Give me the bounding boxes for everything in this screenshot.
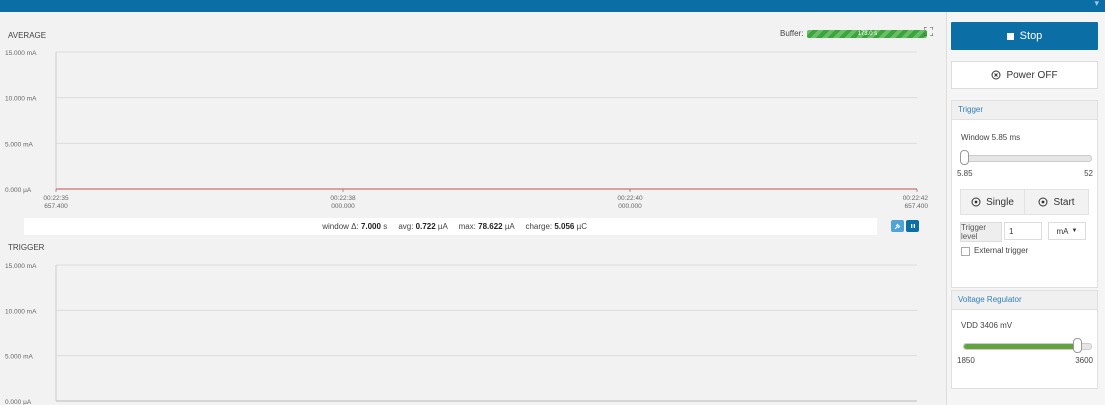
external-trigger-checkbox[interactable]	[961, 247, 970, 256]
caret-down-icon: ▼	[1071, 228, 1078, 234]
avg-value: 0.722	[415, 222, 436, 231]
charge-unit: µC	[574, 222, 587, 231]
y-tick-label: 15.000 mA	[5, 263, 37, 270]
y-tick-label: 5.000 mA	[5, 354, 33, 361]
y-tick-label: 15.000 mA	[5, 50, 37, 57]
buffer-indicator: Buffer: 173.0 s	[780, 29, 928, 38]
corner-icon: ▾	[1094, 0, 1099, 8]
average-chart: 15.000 mA 10.000 mA 5.000 mA 0.000 µA 00:22:…	[5, 50, 929, 210]
stop-icon	[1006, 32, 1014, 40]
x-tick-label: 000.000	[331, 203, 355, 210]
max-value: 78.622	[478, 222, 503, 231]
x-tick-label: 000.000	[618, 203, 642, 210]
x-tick-label: 00:22:42	[903, 195, 929, 202]
stats-text: window Δ: 7.000 s avg: 0.722 µA max: 78.…	[322, 218, 587, 235]
trigger-unit-select[interactable]: mA ▼	[1048, 222, 1086, 240]
x-tick-label: 657.400	[44, 203, 68, 210]
buffer-value: 173.0 s	[857, 30, 878, 37]
expand-icon[interactable]	[924, 27, 933, 36]
trigger-window-thumb[interactable]	[960, 150, 969, 165]
x-tick-label: 00:22:40	[617, 195, 643, 202]
trigger-slider-min: 5.85	[957, 169, 973, 178]
buffer-label: Buffer:	[780, 29, 804, 38]
radio-icon	[971, 197, 981, 207]
regulator-header: Voltage Regulator	[952, 291, 1097, 310]
start-button[interactable]: Start	[1024, 189, 1089, 215]
x-tick-label: 00:22:38	[330, 195, 356, 202]
power-off-button[interactable]: Power OFF	[951, 61, 1098, 89]
power-label: Power OFF	[1006, 69, 1058, 81]
stop-button[interactable]: Stop	[951, 22, 1098, 50]
trigger-chart-title: TRIGGER	[8, 243, 45, 252]
control-pane: Stop Power OFF Trigger Window 5.85 ms 5.…	[946, 12, 1105, 405]
window-unit: s	[380, 222, 388, 231]
single-button[interactable]: Single	[960, 189, 1025, 215]
single-label: Single	[986, 196, 1014, 208]
max-label: max:	[458, 222, 479, 231]
window-label: window Δ:	[322, 222, 361, 231]
voltage-regulator-panel: Voltage Regulator VDD 3406 mV 1850 3600	[951, 290, 1098, 389]
trigger-window-slider[interactable]	[963, 155, 1092, 162]
trigger-header: Trigger	[952, 101, 1097, 120]
start-label: Start	[1053, 196, 1075, 208]
pause-icon	[910, 224, 915, 228]
avg-unit: µA	[435, 222, 448, 231]
charge-label: charge:	[525, 222, 555, 231]
vdd-slider-min: 1850	[957, 356, 975, 365]
trigger-slider-max: 52	[1084, 169, 1093, 178]
y-tick-label: 0.000 µA	[5, 399, 32, 405]
buffer-bar: 173.0 s	[807, 29, 928, 38]
x-tick-label: 657.400	[905, 203, 929, 210]
x-tick-label: 00:22:35	[43, 195, 69, 202]
vdd-slider-fill	[964, 344, 1078, 349]
y-tick-label: 5.000 mA	[5, 141, 33, 148]
vdd-slider-max: 3600	[1075, 356, 1093, 365]
window-value: 7.000	[360, 222, 381, 231]
trigger-chart: 15.000 mA 10.000 mA 5.000 mA 0.000 µA	[5, 263, 917, 405]
avg-label: avg:	[398, 222, 416, 231]
stop-label: Stop	[1019, 30, 1043, 42]
radio-icon	[1038, 197, 1048, 207]
trigger-unit-label: mA	[1056, 226, 1069, 236]
power-icon	[991, 70, 1001, 80]
trigger-level-label: Trigger level	[960, 222, 1002, 242]
external-trigger-label: External trigger	[974, 246, 1029, 255]
pin-button[interactable]	[891, 220, 904, 232]
y-tick-label: 10.000 mA	[5, 96, 37, 103]
trigger-level-input[interactable]: 1	[1004, 222, 1042, 240]
vdd-label: VDD 3406 mV	[961, 321, 1013, 330]
vdd-slider-thumb[interactable]	[1073, 338, 1083, 353]
pause-button[interactable]	[906, 220, 919, 232]
top-bar: ▾	[0, 0, 1105, 12]
stats-bar: window Δ: 7.000 s avg: 0.722 µA max: 78.…	[24, 218, 877, 235]
max-unit: µA	[502, 222, 515, 231]
trigger-panel: Trigger Window 5.85 ms 5.85 52 Single St…	[951, 100, 1098, 288]
y-tick-label: 10.000 mA	[5, 308, 37, 315]
charge-value: 5.056	[554, 222, 575, 231]
trigger-window-label: Window 5.85 ms	[961, 133, 1021, 142]
pin-icon	[894, 223, 901, 229]
y-tick-label: 0.000 µA	[5, 187, 32, 194]
